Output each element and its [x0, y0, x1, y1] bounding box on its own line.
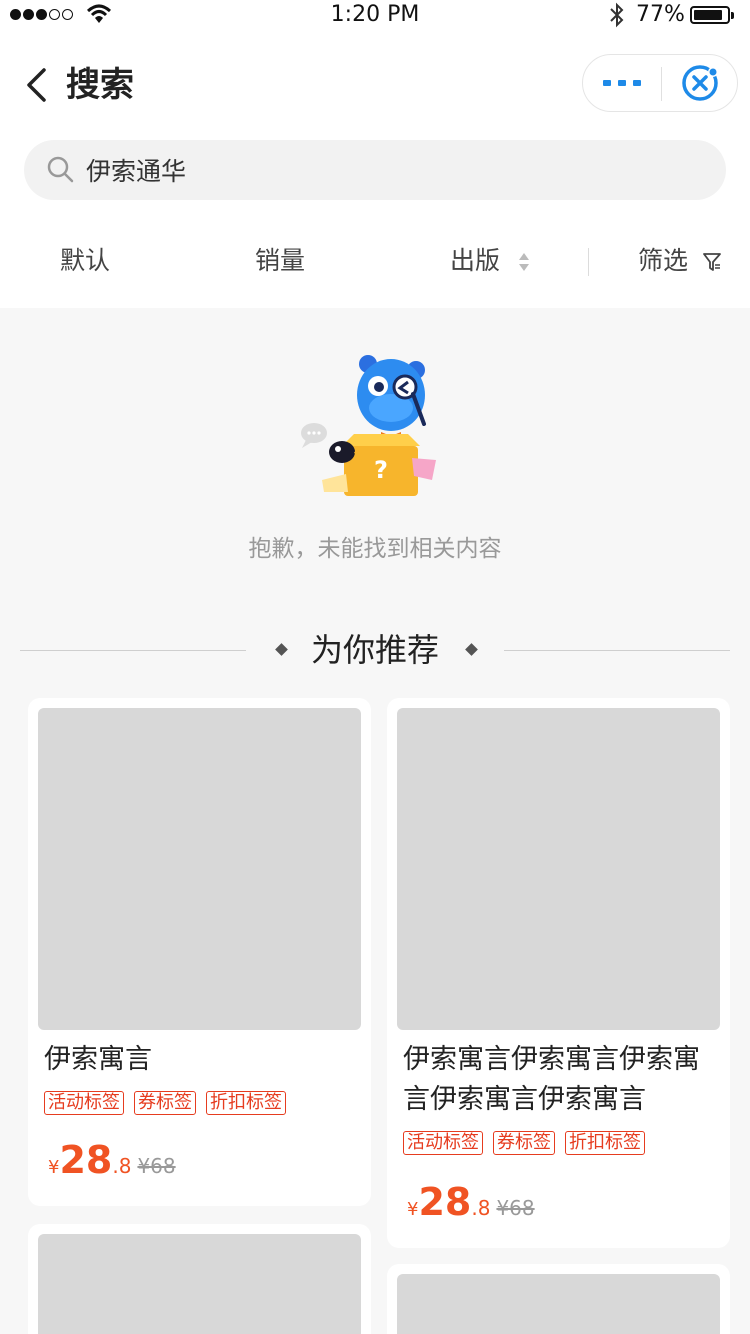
battery-icon	[690, 6, 734, 24]
price-decimal: .8	[112, 1154, 132, 1178]
product-price: ¥28.8 ¥68	[48, 1138, 176, 1182]
product-tag: 折扣标签	[565, 1131, 645, 1155]
more-button[interactable]	[583, 55, 661, 111]
search-icon	[47, 156, 74, 183]
empty-message: 抱歉，未能找到相关内容	[248, 536, 502, 562]
sort-filter-tab[interactable]: 筛选	[638, 244, 722, 278]
product-tag: 活动标签	[403, 1131, 483, 1155]
currency-symbol: ¥	[407, 1199, 419, 1220]
product-card[interactable]: 伊索寓言伊索寓言伊索寓言伊索寓言伊索寓言 活动标签 券标签 折扣标签 ¥28.8…	[387, 698, 730, 1248]
sort-arrows-icon	[518, 253, 529, 271]
product-image	[397, 708, 720, 1030]
product-price: ¥28.8 ¥68	[407, 1180, 535, 1224]
price-integer: 28	[418, 1180, 472, 1224]
battery-percent: 77%	[636, 2, 685, 27]
product-tag: 活动标签	[44, 1091, 124, 1115]
product-card[interactable]	[28, 1224, 371, 1334]
bluetooth-icon	[610, 2, 624, 28]
price-integer: 28	[59, 1138, 113, 1182]
search-bar[interactable]	[24, 140, 726, 200]
currency-symbol: ¥	[48, 1157, 60, 1178]
original-price: ¥68	[137, 1154, 176, 1178]
sort-filter-label: 筛选	[638, 246, 689, 275]
product-image	[38, 1234, 361, 1334]
back-button[interactable]	[20, 62, 60, 108]
sort-publish-label: 出版	[450, 246, 501, 275]
product-card[interactable]: 伊索寓言 活动标签 券标签 折扣标签 ¥28.8 ¥68	[28, 698, 371, 1206]
filter-icon	[703, 253, 721, 271]
mini-program-capsule	[582, 54, 738, 112]
chevron-left-icon	[27, 68, 46, 102]
empty-mascot-illustration: ?	[301, 355, 436, 496]
product-image	[38, 708, 361, 1030]
product-title: 伊索寓言伊索寓言伊索寓言伊索寓言伊索寓言	[403, 1044, 700, 1115]
original-price: ¥68	[496, 1196, 535, 1220]
sort-bar: 默认 销量 出版 筛选	[0, 230, 750, 294]
close-button[interactable]	[662, 55, 738, 111]
close-circle-icon	[682, 65, 718, 101]
more-dots-icon	[603, 80, 641, 86]
price-decimal: .8	[471, 1196, 491, 1220]
product-card[interactable]	[387, 1264, 730, 1334]
sort-divider	[588, 248, 589, 276]
product-tag: 券标签	[134, 1091, 196, 1115]
product-tag: 券标签	[493, 1131, 555, 1155]
sort-default-tab[interactable]: 默认	[60, 244, 110, 278]
recommend-line-right	[504, 650, 730, 651]
product-image	[397, 1274, 720, 1334]
svg-text:?: ?	[374, 456, 388, 484]
search-input[interactable]	[86, 148, 686, 192]
status-bar: 1:20 PM 77%	[0, 0, 750, 30]
sort-sales-tab[interactable]: 销量	[255, 244, 305, 278]
product-tags: 活动标签 券标签 折扣标签	[44, 1091, 286, 1115]
product-tags: 活动标签 券标签 折扣标签	[403, 1131, 645, 1155]
product-tag: 折扣标签	[206, 1091, 286, 1115]
sort-publish-tab[interactable]: 出版	[450, 244, 532, 278]
page-title: 搜索	[66, 65, 134, 105]
product-title: 伊索寓言	[44, 1044, 152, 1075]
